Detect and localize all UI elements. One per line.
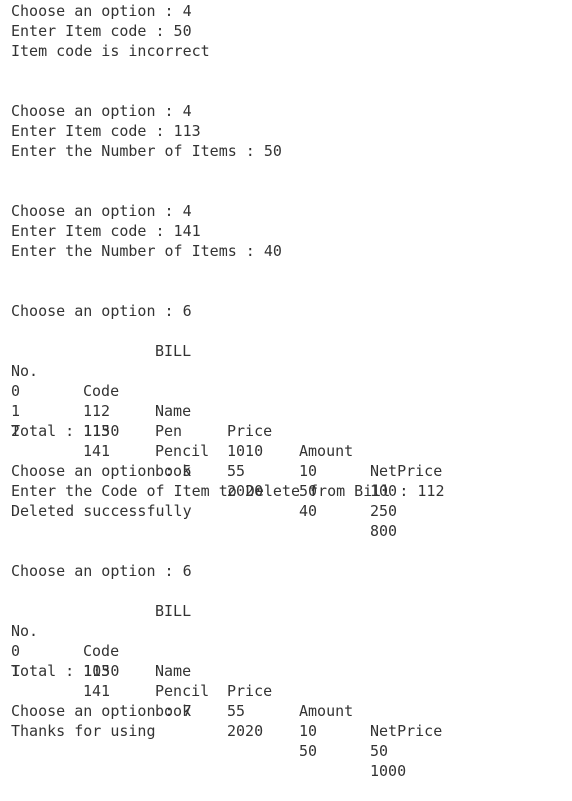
delete-code-prompt: Enter the Code of Item to Delete from Bi… xyxy=(11,482,445,500)
exit-message: Thanks for using xyxy=(11,722,156,740)
header-price: Price xyxy=(227,422,273,440)
item-code-prompt: Enter Item code : 50 xyxy=(11,22,192,40)
option-prompt: Choose an option : 4 xyxy=(11,102,192,120)
item-count-prompt: Enter the Number of Items : 40 xyxy=(11,242,282,260)
cell-code: 141 xyxy=(83,442,111,460)
bill-total: Total : 1050 xyxy=(11,662,120,680)
cell-name: Pencil xyxy=(155,442,210,460)
option-prompt: Choose an option : 5 xyxy=(11,462,192,480)
option-prompt: Choose an option : 7 xyxy=(11,702,192,720)
delete-message: Deleted successfully xyxy=(11,502,192,520)
bill-row: 1 113 Pencil 55 50 250 xyxy=(11,381,531,520)
bill-header-row: No. Code Name Price Amount NetPrice xyxy=(11,341,531,480)
cell-name: Pencil xyxy=(155,682,210,700)
header-name: Name xyxy=(155,662,192,680)
cell-price: 2020 xyxy=(227,722,264,740)
header-netprice: NetPrice xyxy=(370,722,443,740)
cell-price: 55 xyxy=(227,462,246,480)
bill-header-row: No. Code Name Price Amount NetPrice xyxy=(11,601,531,740)
header-amount: Amount xyxy=(299,702,354,720)
header-price: Price xyxy=(227,682,273,700)
option-prompt: Choose an option : 6 xyxy=(11,302,192,320)
bill-title: BILL xyxy=(11,321,411,360)
cell-amount: 10 xyxy=(299,722,318,740)
console-output: Choose an option : 4 Enter Item code : 5… xyxy=(0,0,572,780)
cell-price: 1010 xyxy=(227,442,264,460)
bill-row: 1 141 book 2020 50 1000 xyxy=(11,641,531,780)
cell-netprice: 1000 xyxy=(370,762,407,780)
option-prompt: Choose an option : 4 xyxy=(11,202,192,220)
item-count-prompt: Enter the Number of Items : 50 xyxy=(11,142,282,160)
header-amount: Amount xyxy=(299,442,354,460)
bill-total: Total : 1150 xyxy=(11,422,120,440)
cell-amount: 40 xyxy=(299,502,318,520)
cell-amount: 10 xyxy=(299,462,318,480)
item-code-prompt: Enter Item code : 113 xyxy=(11,122,201,140)
cell-amount: 50 xyxy=(299,742,318,760)
cell-netprice: 800 xyxy=(370,522,398,540)
cell-name: Pen xyxy=(155,422,183,440)
header-netprice: NetPrice xyxy=(370,462,443,480)
cell-price: 55 xyxy=(227,702,246,720)
error-message: Item code is incorrect xyxy=(11,42,210,60)
item-code-prompt: Enter Item code : 141 xyxy=(11,222,201,240)
bill-row: 0 112 Pen 1010 10 100 xyxy=(11,361,531,500)
option-prompt: Choose an option : 4 xyxy=(11,2,192,20)
bill-row: 0 113 Pencil 55 10 50 xyxy=(11,621,531,760)
bill-title: BILL xyxy=(11,581,411,620)
cell-code: 141 xyxy=(83,682,111,700)
option-prompt: Choose an option : 6 xyxy=(11,562,192,580)
cell-netprice: 50 xyxy=(370,742,389,760)
bill-row: 2 141 book 2020 40 800 xyxy=(11,401,531,540)
cell-netprice: 250 xyxy=(370,502,398,520)
